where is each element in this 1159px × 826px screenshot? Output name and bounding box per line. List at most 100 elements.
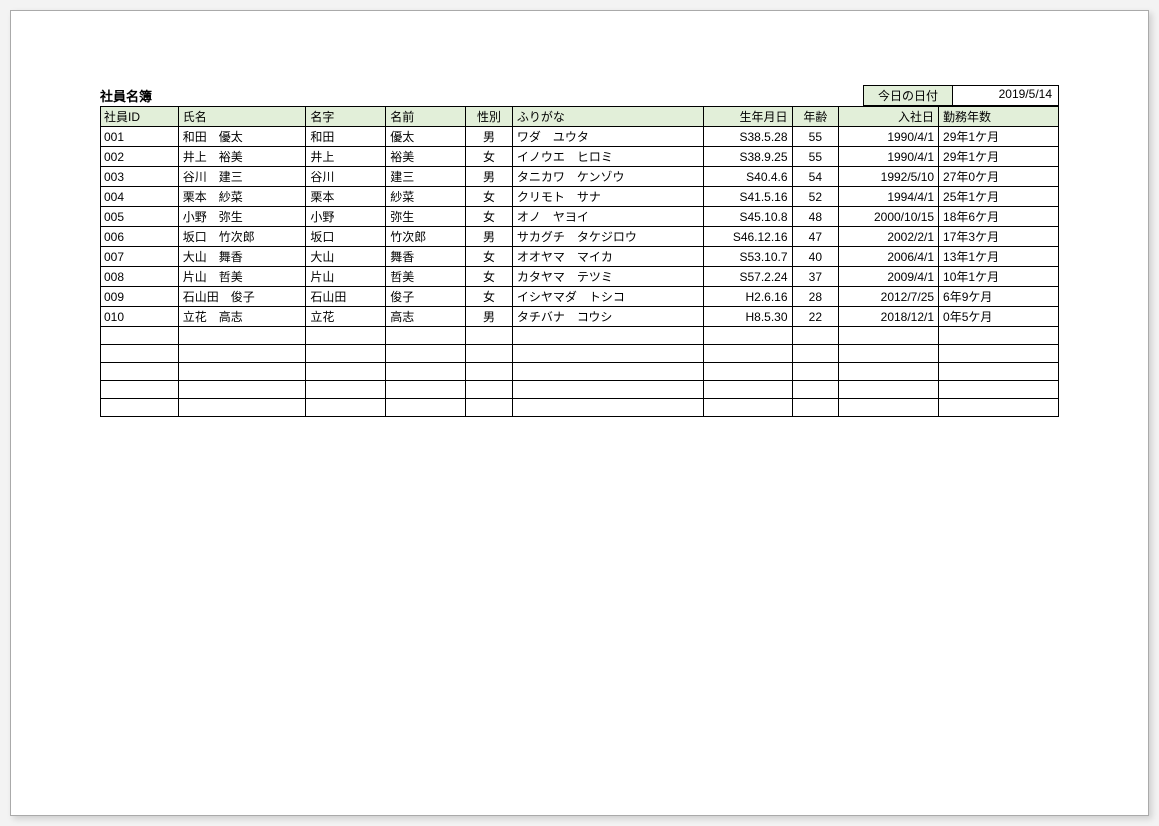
cell-gender: 女	[466, 247, 513, 267]
cell-empty	[792, 363, 839, 381]
table-row-empty	[101, 399, 1059, 417]
cell-name: 谷川 建三	[178, 167, 306, 187]
cell-tenure: 29年1ケ月	[939, 127, 1059, 147]
cell-empty	[466, 399, 513, 417]
cell-hire: 1990/4/1	[839, 147, 939, 167]
cell-empty	[839, 363, 939, 381]
cell-tenure: 13年1ケ月	[939, 247, 1059, 267]
cell-empty	[466, 327, 513, 345]
cell-empty	[512, 381, 703, 399]
cell-firstname: 紗菜	[386, 187, 466, 207]
cell-empty	[178, 399, 306, 417]
table-row-empty	[101, 327, 1059, 345]
cell-empty	[512, 345, 703, 363]
cell-empty	[792, 381, 839, 399]
header-row: 社員名簿 今日の日付 2019/5/14	[100, 85, 1059, 106]
cell-id: 005	[101, 207, 179, 227]
date-area: 今日の日付 2019/5/14	[863, 85, 1059, 106]
cell-kana: オノ ヤヨイ	[512, 207, 703, 227]
cell-empty	[792, 327, 839, 345]
table-row: 003谷川 建三谷川建三男タニカワ ケンゾウS40.4.6541992/5/10…	[101, 167, 1059, 187]
table-row: 005小野 弥生小野弥生女オノ ヤヨイS45.10.8482000/10/151…	[101, 207, 1059, 227]
cell-age: 55	[792, 147, 839, 167]
cell-firstname: 建三	[386, 167, 466, 187]
cell-tenure: 10年1ケ月	[939, 267, 1059, 287]
cell-birth: S57.2.24	[703, 267, 792, 287]
cell-empty	[703, 327, 792, 345]
cell-firstname: 竹次郎	[386, 227, 466, 247]
cell-empty	[703, 399, 792, 417]
cell-surname: 石山田	[306, 287, 386, 307]
cell-firstname: 俊子	[386, 287, 466, 307]
cell-tenure: 0年5ケ月	[939, 307, 1059, 327]
table-row: 002井上 裕美井上裕美女イノウエ ヒロミS38.9.25551990/4/12…	[101, 147, 1059, 167]
cell-surname: 立花	[306, 307, 386, 327]
cell-tenure: 6年9ケ月	[939, 287, 1059, 307]
cell-empty	[178, 345, 306, 363]
cell-surname: 大山	[306, 247, 386, 267]
cell-empty	[306, 399, 386, 417]
cell-name: 坂口 竹次郎	[178, 227, 306, 247]
cell-empty	[466, 363, 513, 381]
cell-kana: オオヤマ マイカ	[512, 247, 703, 267]
cell-age: 52	[792, 187, 839, 207]
cell-gender: 女	[466, 187, 513, 207]
cell-empty	[512, 363, 703, 381]
cell-age: 54	[792, 167, 839, 187]
cell-firstname: 弥生	[386, 207, 466, 227]
header-name: 氏名	[178, 107, 306, 127]
cell-hire: 2012/7/25	[839, 287, 939, 307]
table-row: 001和田 優太和田優太男ワダ ユウタS38.5.28551990/4/129年…	[101, 127, 1059, 147]
cell-birth: S46.12.16	[703, 227, 792, 247]
cell-id: 010	[101, 307, 179, 327]
cell-birth: S38.9.25	[703, 147, 792, 167]
table-row: 006坂口 竹次郎坂口竹次郎男サカグチ タケジロウS46.12.16472002…	[101, 227, 1059, 247]
cell-age: 48	[792, 207, 839, 227]
cell-age: 55	[792, 127, 839, 147]
cell-empty	[386, 363, 466, 381]
cell-empty	[939, 327, 1059, 345]
cell-empty	[178, 363, 306, 381]
cell-empty	[839, 345, 939, 363]
cell-name: 井上 裕美	[178, 147, 306, 167]
cell-tenure: 27年0ケ月	[939, 167, 1059, 187]
cell-empty	[306, 381, 386, 399]
cell-id: 004	[101, 187, 179, 207]
cell-kana: イノウエ ヒロミ	[512, 147, 703, 167]
cell-birth: S45.10.8	[703, 207, 792, 227]
cell-age: 40	[792, 247, 839, 267]
cell-empty	[101, 327, 179, 345]
cell-age: 28	[792, 287, 839, 307]
cell-age: 22	[792, 307, 839, 327]
cell-birth: H2.6.16	[703, 287, 792, 307]
cell-gender: 男	[466, 127, 513, 147]
cell-name: 和田 優太	[178, 127, 306, 147]
cell-birth: H8.5.30	[703, 307, 792, 327]
cell-kana: クリモト サナ	[512, 187, 703, 207]
cell-empty	[792, 399, 839, 417]
cell-name: 栗本 紗菜	[178, 187, 306, 207]
cell-surname: 和田	[306, 127, 386, 147]
cell-birth: S41.5.16	[703, 187, 792, 207]
cell-empty	[386, 327, 466, 345]
page-container: 社員名簿 今日の日付 2019/5/14 社員ID 氏名 名字 名前 性別 ふり…	[10, 10, 1149, 816]
cell-empty	[703, 363, 792, 381]
date-label: 今日の日付	[863, 85, 953, 106]
cell-empty	[306, 363, 386, 381]
cell-hire: 1990/4/1	[839, 127, 939, 147]
cell-empty	[792, 345, 839, 363]
cell-age: 37	[792, 267, 839, 287]
cell-kana: タニカワ ケンゾウ	[512, 167, 703, 187]
cell-name: 大山 舞香	[178, 247, 306, 267]
cell-id: 002	[101, 147, 179, 167]
cell-empty	[939, 363, 1059, 381]
cell-empty	[939, 345, 1059, 363]
cell-id: 009	[101, 287, 179, 307]
cell-gender: 男	[466, 167, 513, 187]
cell-hire: 1994/4/1	[839, 187, 939, 207]
header-firstname: 名前	[386, 107, 466, 127]
cell-id: 007	[101, 247, 179, 267]
cell-hire: 2006/4/1	[839, 247, 939, 267]
cell-firstname: 哲美	[386, 267, 466, 287]
table-row: 008片山 哲美片山哲美女カタヤマ テツミS57.2.24372009/4/11…	[101, 267, 1059, 287]
